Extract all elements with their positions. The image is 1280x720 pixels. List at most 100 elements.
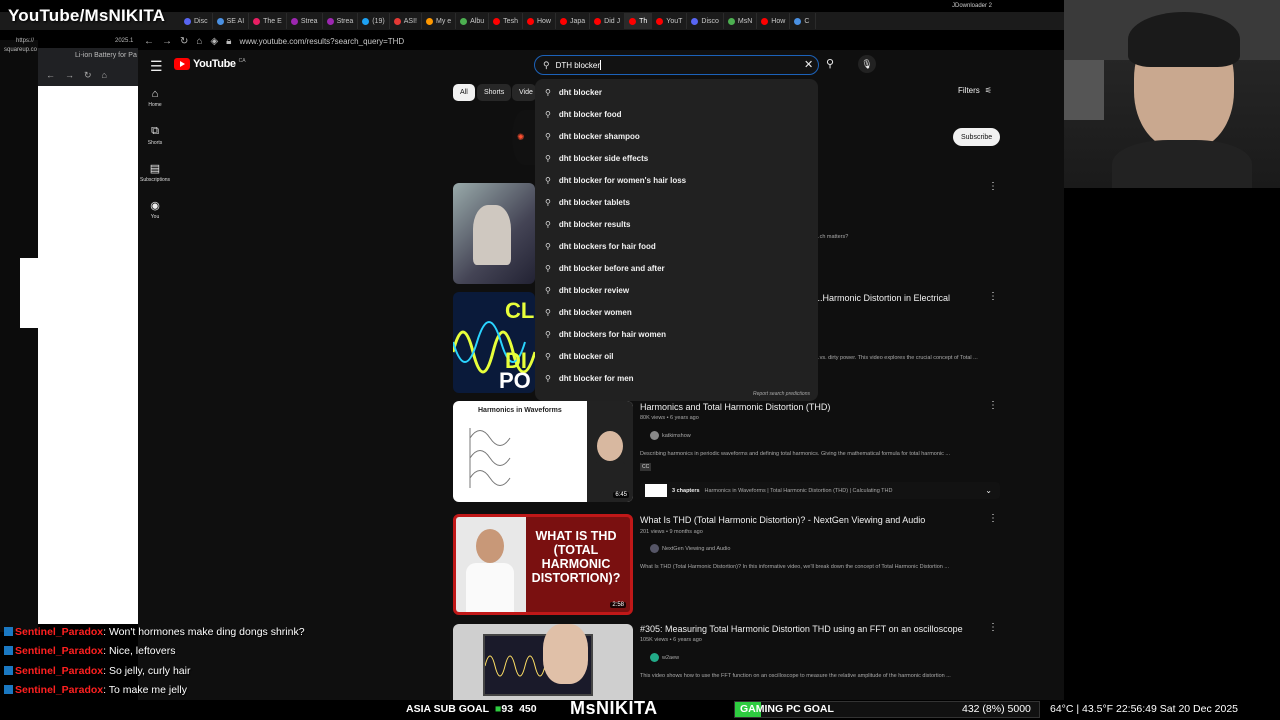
sidenav-item-subscriptions[interactable]: ▤ Subscriptions [138, 162, 172, 183]
search-icon: ⚲ [543, 59, 550, 70]
stream-title: YouTube/MsNIKITA [8, 6, 166, 25]
chip-all[interactable]: All [453, 84, 475, 101]
chip-videos[interactable]: Vide [512, 84, 536, 101]
url-text[interactable]: www.youtube.com/results?search_query=THD [239, 37, 404, 46]
search-icon: ⚲ [545, 263, 551, 273]
forward-icon[interactable]: → [162, 36, 172, 47]
browser-tab[interactable]: Th [625, 13, 653, 29]
search-suggestion[interactable]: ⚲ dht blocker tablets [535, 191, 818, 213]
more-options-icon[interactable]: ⋮ [988, 513, 998, 524]
browser-tab[interactable]: Albu [456, 13, 490, 29]
search-suggestion[interactable]: ⚲ dht blocker food [535, 103, 818, 125]
more-options-icon[interactable]: ⋮ [988, 622, 998, 633]
youtube-logo[interactable]: YouTube CA [174, 58, 246, 70]
chat-username: Sentinel_Paradox [15, 645, 104, 657]
browser-tab[interactable]: YouT [652, 13, 688, 29]
browser-tab[interactable]: ASI! [390, 13, 422, 29]
more-options-icon[interactable]: ⋮ [988, 400, 998, 411]
chapters-bar[interactable]: 3 chapters Harmonics in Waveforms | Tota… [640, 482, 1000, 499]
result-thumbnail-2[interactable]: CL DI PO [453, 292, 535, 393]
background-browser-window[interactable] [38, 48, 138, 624]
search-input[interactable]: ⚲ DTH blocker [534, 55, 819, 75]
browser-tab[interactable]: Tesh [489, 13, 523, 29]
browser-tab[interactable]: Strea [323, 13, 359, 29]
result-channel-3[interactable]: katkimshow [650, 431, 691, 440]
tab-label: The E [263, 17, 282, 25]
search-suggestion[interactable]: ⚲ dht blocker side effects [535, 147, 818, 169]
result-channel-5[interactable]: w2aew [650, 653, 679, 662]
chip-shorts[interactable]: Shorts [477, 84, 512, 101]
more-options-icon[interactable]: ⋮ [988, 181, 998, 192]
sidenav-item-shorts[interactable]: ⧉ Shorts [138, 125, 172, 146]
result-thumbnail-4[interactable]: WHAT IS THD (TOTAL HARMONIC DISTORTION)?… [453, 514, 633, 615]
browser-tab[interactable]: The E [249, 13, 287, 29]
browser-tab[interactable]: MsN [724, 13, 758, 29]
search-icon: ⚲ [545, 373, 551, 383]
report-search-predictions-link[interactable]: Report search predictions [753, 391, 810, 397]
filters-button[interactable]: Filters ⚟ [958, 86, 992, 95]
browser-tab[interactable]: How [757, 13, 791, 29]
menu-icon[interactable]: ☰ [150, 58, 163, 75]
search-button[interactable]: ⚲ [826, 57, 834, 70]
home-icon[interactable]: ⌂ [196, 36, 202, 47]
chat-badge-icon [4, 646, 13, 655]
search-suggestion[interactable]: ⚲ dht blocker before and after [535, 257, 818, 279]
browser-tab[interactable]: Disco [687, 13, 724, 29]
browser-tab[interactable]: SE AI [213, 13, 250, 29]
result-channel-4[interactable]: NextGen Viewing and Audio [650, 544, 730, 553]
browser-tab[interactable]: Disc [180, 13, 213, 29]
search-suggestion[interactable]: ⚲ dht blockers for hair food [535, 235, 818, 257]
channel-avatar[interactable]: ✺ [512, 110, 536, 165]
search-suggestion[interactable]: ⚲ dht blocker women [535, 301, 818, 323]
search-suggestion[interactable]: ⚲ dht blocker oil [535, 345, 818, 367]
search-suggestion[interactable]: ⚲ dht blocker review [535, 279, 818, 301]
sidenav-item-home[interactable]: ⌂ Home [138, 88, 172, 108]
browser-tab[interactable]: Strea [287, 13, 323, 29]
background-browser-tab[interactable]: Li-ion Battery for Pa [75, 52, 137, 59]
result-title-3[interactable]: Harmonics and Total Harmonic Distortion … [640, 402, 830, 412]
browser-tab[interactable]: C [790, 13, 817, 29]
search-suggestion[interactable]: ⚲ dht blocker for women's hair loss [535, 169, 818, 191]
shield-icon[interactable]: ◈ [210, 36, 218, 47]
back-icon[interactable]: ← [46, 70, 55, 81]
svg-text:CL: CL [505, 298, 534, 323]
subscribe-button[interactable]: Subscribe [953, 128, 1001, 146]
sidenav-label: Home [148, 102, 162, 108]
chat-message: Sentinel_Paradox: Nice, leftovers [4, 645, 175, 657]
lock-icon[interactable]: 🔒︎ [226, 36, 231, 47]
search-suggestion[interactable]: ⚲ dht blocker [535, 81, 818, 103]
reload-icon[interactable]: ↻ [180, 36, 188, 47]
search-suggestion[interactable]: ⚲ dht blocker shampoo [535, 125, 818, 147]
result-thumbnail-5[interactable] [453, 624, 633, 700]
jdownloader-tab[interactable]: JDownloader 2 [952, 3, 992, 9]
tab-favicon-icon [727, 17, 735, 25]
search-suggestion[interactable]: ⚲ dht blocker for men [535, 367, 818, 389]
result-thumbnail-3[interactable]: Harmonics in Waveforms 6:45 [453, 401, 633, 502]
result-title-2[interactable]: ...Harmonic Distortion in Electrical [815, 293, 950, 303]
forward-icon[interactable]: → [65, 70, 74, 81]
home-icon[interactable]: ⌂ [102, 70, 107, 81]
browser-tab[interactable]: (19) [358, 13, 390, 29]
tab-label: Strea [336, 17, 354, 25]
search-suggestion[interactable]: ⚲ dht blockers for hair women [535, 323, 818, 345]
chevron-down-icon[interactable]: ⌄ [985, 486, 992, 495]
gaming-pc-goal-label: GAMING PC GOAL [740, 703, 834, 715]
browser-tab[interactable]: Did J [590, 13, 626, 29]
browser-tab[interactable]: My e [422, 13, 457, 29]
reload-icon[interactable]: ↻ [84, 70, 92, 81]
tab-label: MsN [737, 17, 753, 25]
browser-tab[interactable]: Japa [556, 13, 591, 29]
voice-search-button[interactable]: 🎙︎ [858, 55, 876, 73]
result-title-4[interactable]: What Is THD (Total Harmonic Distortion)?… [640, 515, 925, 525]
search-suggestion[interactable]: ⚲ dht blocker results [535, 213, 818, 235]
browser-tab[interactable]: How [523, 13, 556, 29]
sidenav-item-you[interactable]: ◉ You [138, 199, 172, 220]
result-thumbnail-1[interactable] [453, 183, 535, 284]
tab-favicon-icon [691, 17, 699, 25]
back-icon[interactable]: ← [144, 36, 154, 47]
more-options-icon[interactable]: ⋮ [988, 291, 998, 302]
clear-search-icon[interactable]: ✕ [804, 58, 813, 71]
result-title-5[interactable]: #305: Measuring Total Harmonic Distortio… [640, 624, 963, 634]
filters-icon: ⚟ [984, 86, 992, 95]
result-description-4: What Is THD (Total Harmonic Distortion)?… [640, 564, 949, 570]
